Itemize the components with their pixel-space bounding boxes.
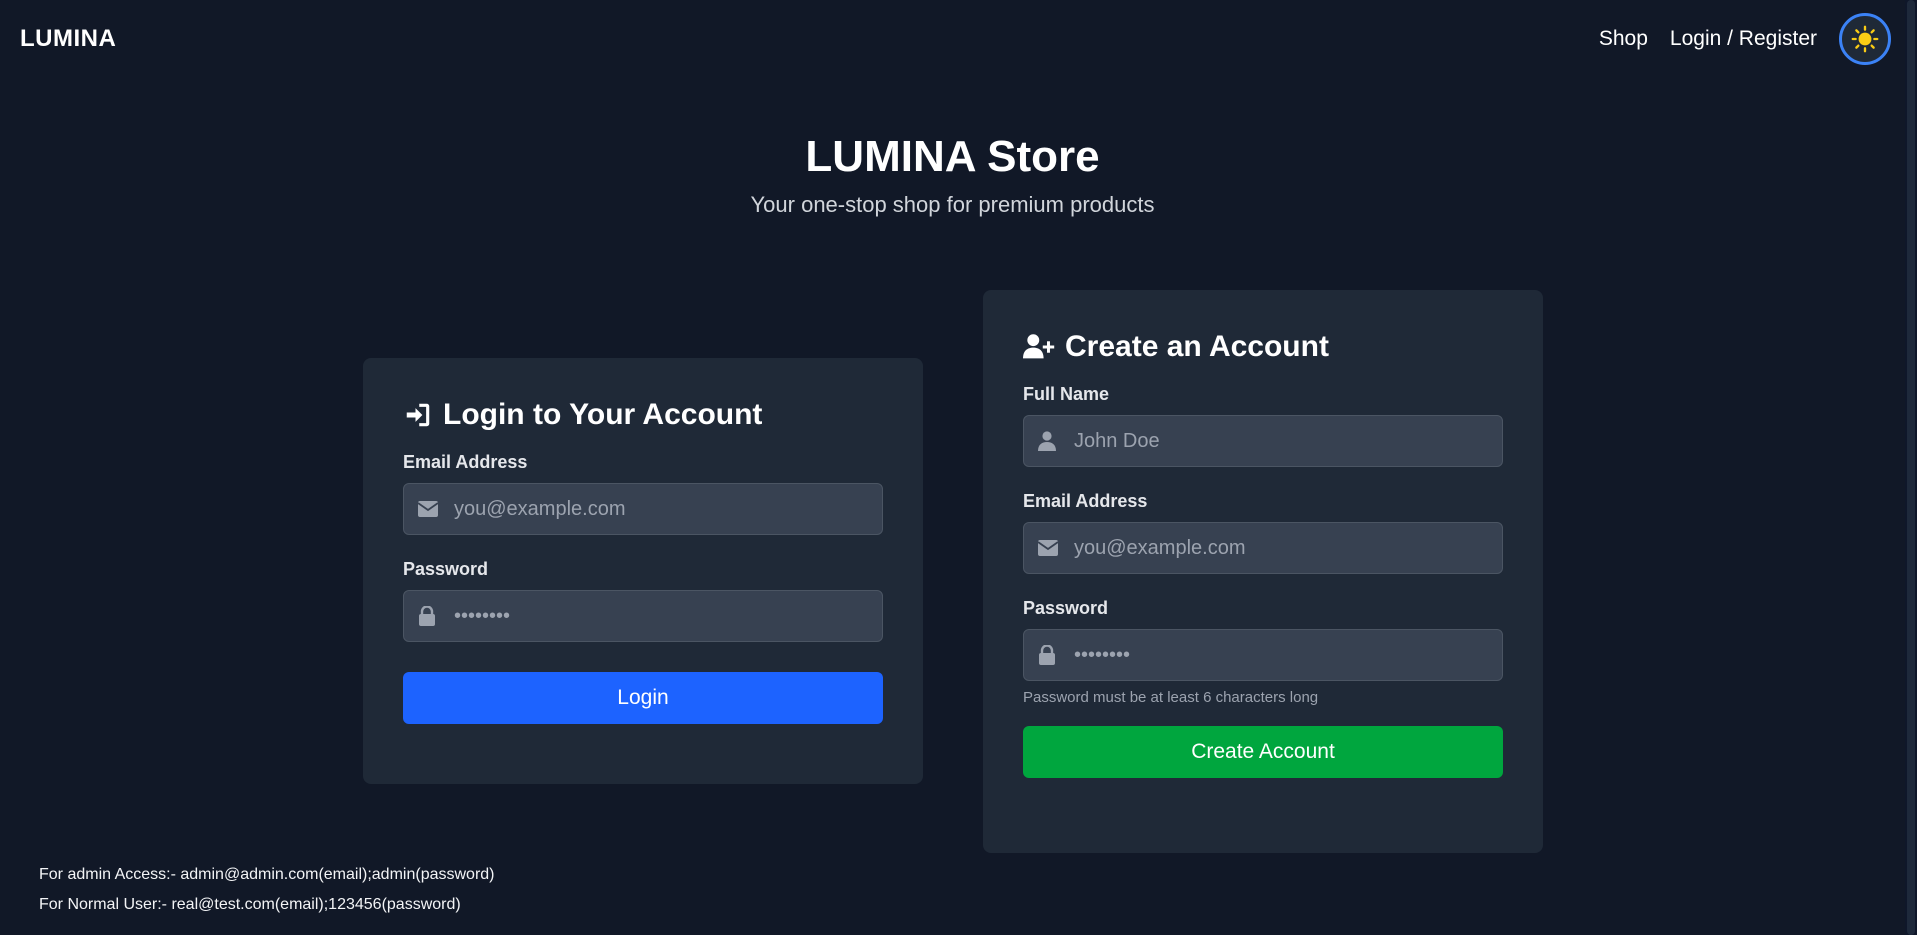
page-subtitle: Your one-stop shop for premium products	[750, 192, 1155, 217]
login-title-text: Login to Your Account	[443, 398, 763, 431]
page: LUMINA Shop Login / Register LUMINA Stor…	[0, 0, 1917, 935]
register-password-label: Password	[1023, 598, 1109, 618]
login-card: Login to Your Account Email Address Pass…	[363, 358, 923, 784]
nav-links: Shop Login / Register	[1599, 13, 1897, 65]
login-email-wrapper	[403, 483, 883, 535]
login-email-label: Email Address	[403, 452, 528, 472]
theme-toggle-button[interactable]	[1839, 13, 1891, 65]
login-email-input[interactable]	[404, 484, 882, 534]
login-email-group: Email Address	[403, 452, 883, 535]
register-card-title: Create an Account	[1023, 330, 1503, 364]
navbar: LUMINA Shop Login / Register	[0, 0, 1917, 78]
login-card-title: Login to Your Account	[403, 398, 883, 432]
register-name-input[interactable]	[1024, 416, 1502, 466]
register-name-group: Full Name	[1023, 384, 1503, 467]
register-password-input[interactable]	[1024, 630, 1502, 680]
register-password-group: Password Password must be at least 6 cha…	[1023, 598, 1503, 706]
login-password-group: Password	[403, 559, 883, 642]
register-email-wrapper	[1023, 522, 1503, 574]
login-password-wrapper	[403, 590, 883, 642]
user-plus-icon	[1023, 334, 1055, 359]
login-password-input[interactable]	[404, 591, 882, 641]
sign-in-icon	[406, 403, 430, 427]
register-name-label: Full Name	[1023, 384, 1110, 404]
nav-link-login-register[interactable]: Login / Register	[1670, 27, 1817, 51]
page-title: LUMINA Store	[805, 132, 1100, 181]
register-email-label: Email Address	[1023, 491, 1148, 511]
credential-notes: For admin Access:- admin@admin.com(email…	[39, 860, 495, 920]
login-password-label: Password	[403, 559, 489, 579]
login-button[interactable]: Login	[403, 672, 883, 724]
password-hint: Password must be at least 6 characters l…	[1023, 689, 1319, 706]
register-email-group: Email Address	[1023, 491, 1503, 574]
register-title-text: Create an Account	[1065, 330, 1329, 363]
sun-icon	[1851, 25, 1879, 53]
scrollbar-thumb[interactable]	[1907, 0, 1915, 935]
user-credentials-note: For Normal User:- real@test.com(email);1…	[39, 896, 461, 913]
user-icon	[1038, 431, 1056, 451]
envelope-icon	[418, 501, 438, 517]
lock-icon	[418, 606, 436, 626]
lock-icon	[1038, 645, 1056, 665]
register-name-wrapper	[1023, 415, 1503, 467]
nav-link-shop[interactable]: Shop	[1599, 27, 1648, 51]
create-account-button[interactable]: Create Account	[1023, 726, 1503, 778]
register-card: Create an Account Full Name Email Addres…	[983, 290, 1543, 853]
register-password-wrapper	[1023, 629, 1503, 681]
hero: LUMINA Store Your one-stop shop for prem…	[0, 132, 1905, 218]
envelope-icon	[1038, 540, 1058, 556]
register-email-input[interactable]	[1024, 523, 1502, 573]
scrollbar[interactable]	[1905, 0, 1917, 935]
admin-credentials-note: For admin Access:- admin@admin.com(email…	[39, 866, 495, 883]
brand-logo[interactable]: LUMINA	[20, 25, 116, 53]
